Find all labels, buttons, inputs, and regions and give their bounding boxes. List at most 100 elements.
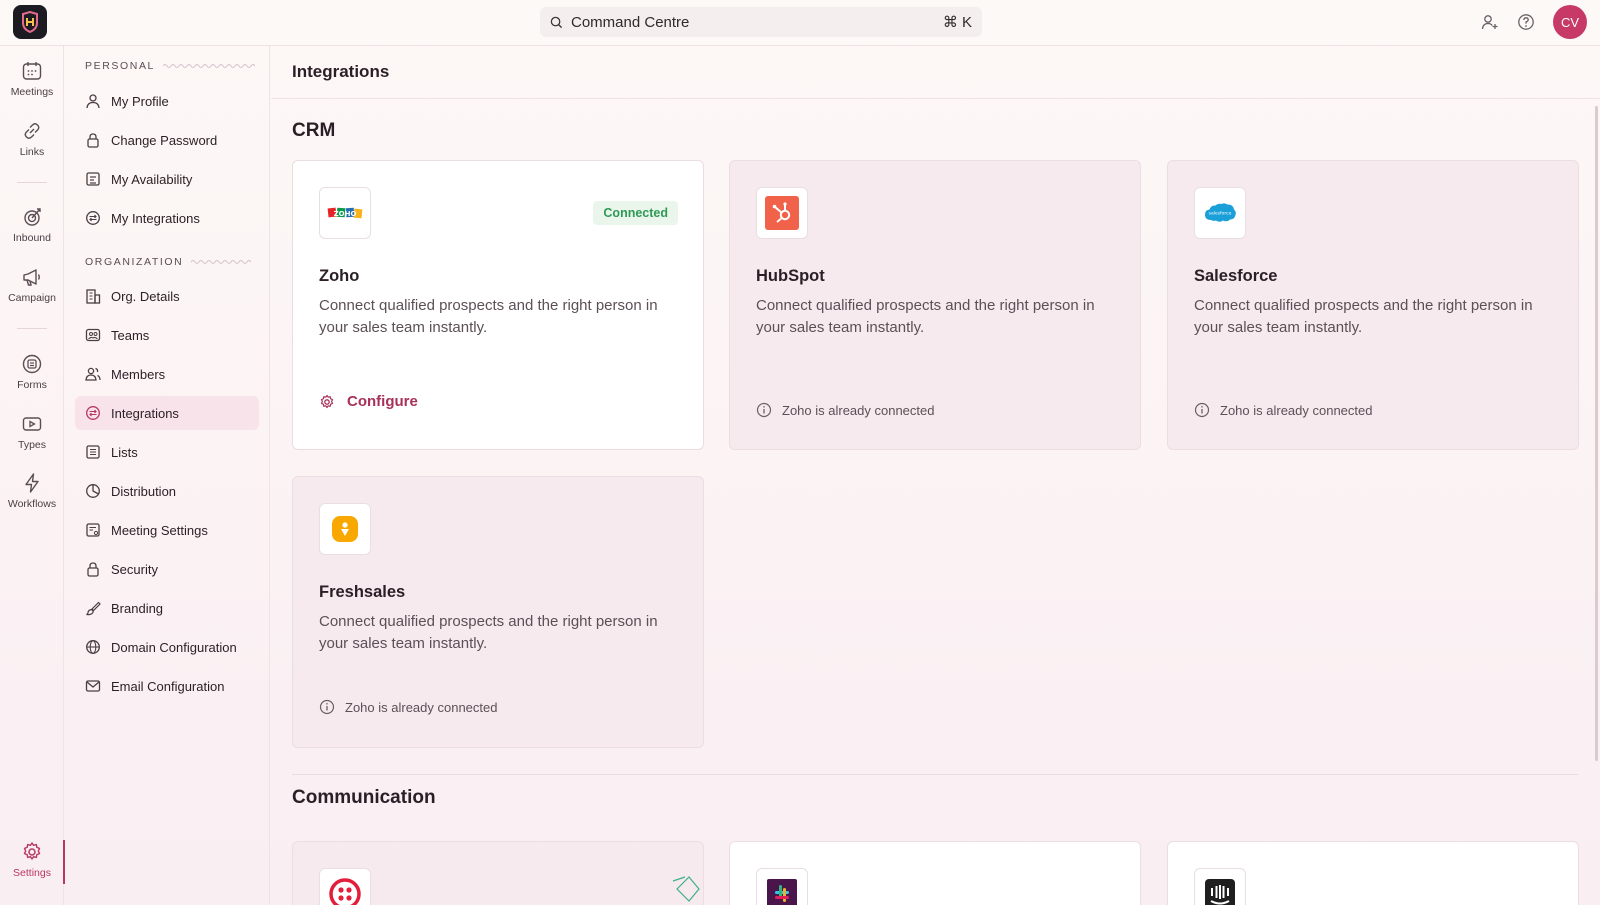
sidebar-item-security[interactable]: Security: [75, 552, 259, 586]
freshsales-logo: [319, 503, 371, 555]
mail-icon: [85, 680, 101, 692]
rail-item-inbound[interactable]: Inbound: [0, 206, 64, 258]
integration-name: Salesforce: [1194, 267, 1278, 285]
integration-card-twilio[interactable]: [292, 841, 704, 905]
sidebar-item-label: Distribution: [111, 483, 177, 499]
integration-card-intercom[interactable]: [1167, 841, 1579, 905]
avatar[interactable]: CV: [1553, 5, 1587, 39]
salesforce-logo-icon: salesforce: [1205, 203, 1236, 222]
sidebar-item-members[interactable]: Members: [75, 357, 259, 391]
status-note: Zoho is already connected: [756, 402, 934, 418]
integration-card-salesforce[interactable]: salesforce Salesforce Connect qualified …: [1167, 160, 1579, 450]
top-bar: Command Centre ⌘ K CV: [0, 0, 1600, 46]
rail-label: Links: [19, 146, 45, 158]
integrations-icon: [86, 406, 100, 420]
rail-item-forms[interactable]: Forms: [0, 353, 64, 405]
sidebar-item-integrations[interactable]: Integrations: [75, 396, 259, 430]
info-icon: [1194, 402, 1210, 418]
rail-item-types[interactable]: Types: [0, 413, 64, 465]
integration-description: Connect qualified prospects and the righ…: [1194, 297, 1533, 336]
sidebar-item-domain-configuration[interactable]: Domain Configuration: [75, 630, 259, 664]
salesforce-logo-text: salesforce: [1209, 211, 1232, 217]
rail-label: Campaign: [8, 292, 56, 304]
sidebar-item-change-password[interactable]: Change Password: [75, 123, 259, 157]
settings-sidebar: PERSONAL My Profile Change Password My A…: [65, 46, 270, 905]
configure-label: Configure: [347, 393, 418, 410]
hubspot-logo-icon: [765, 196, 799, 230]
sidebar-item-label: Branding: [111, 600, 164, 616]
calendar-icon: [22, 62, 42, 80]
building-icon: [86, 289, 101, 304]
rail-item-meetings[interactable]: Meetings: [0, 60, 64, 112]
page-title: Integrations: [271, 46, 1600, 99]
hubspot-logo: [756, 187, 808, 239]
rail-divider: [17, 328, 47, 329]
video-icon: [22, 417, 42, 431]
rail-item-links[interactable]: Links: [0, 120, 64, 172]
sidebar-item-email-configuration[interactable]: Email Configuration: [75, 669, 259, 703]
sidebar-item-teams[interactable]: Teams: [75, 318, 259, 352]
sidebar-item-lists[interactable]: Lists: [75, 435, 259, 469]
sidebar-item-label: My Profile: [111, 93, 169, 109]
communication-section-title: Communication: [292, 787, 436, 808]
crm-section-title: CRM: [292, 120, 336, 141]
main-content: Integrations CRM ZOHO Connected Zoho Con…: [271, 46, 1600, 905]
integration-card-slack[interactable]: [729, 841, 1141, 905]
sidebar-item-my-integrations[interactable]: My Integrations: [75, 201, 259, 235]
wavy-divider: [163, 64, 255, 68]
user-icon: [86, 94, 100, 109]
sidebar-item-meeting-settings[interactable]: Meeting Settings: [75, 513, 259, 547]
sidebar-item-label: Org. Details: [111, 288, 180, 304]
add-user-icon[interactable]: [1481, 13, 1499, 31]
rail-item-campaign[interactable]: Campaign: [0, 266, 64, 318]
sidebar-item-my-availability[interactable]: My Availability: [75, 162, 259, 196]
integration-card-zoho[interactable]: ZOHO Connected Zoho Connect qualified pr…: [292, 160, 704, 450]
sidebar-item-distribution[interactable]: Distribution: [75, 474, 259, 508]
sidebar-item-label: My Availability: [111, 171, 193, 187]
slack-logo: [756, 868, 808, 905]
sidebar-item-label: Meeting Settings: [111, 522, 208, 538]
sidebar-item-label: Change Password: [111, 132, 218, 148]
organization-heading-label: ORGANIZATION: [85, 256, 184, 268]
sidebar-item-label: My Integrations: [111, 210, 200, 226]
intercom-logo: [1194, 868, 1246, 905]
rail-label: Settings: [13, 867, 51, 879]
integration-name: Zoho: [319, 267, 360, 285]
sidebar-item-label: Email Configuration: [111, 678, 225, 694]
sidebar-item-my-profile[interactable]: My Profile: [75, 84, 259, 118]
rail-item-settings[interactable]: Settings: [0, 841, 64, 893]
lock-icon: [87, 133, 99, 148]
salesforce-logo: salesforce: [1194, 187, 1246, 239]
info-icon: [319, 699, 335, 715]
teams-icon: [85, 328, 101, 342]
scrollbar[interactable]: [1595, 106, 1598, 761]
help-icon[interactable]: [1517, 13, 1535, 31]
personal-heading-label: PERSONAL: [85, 60, 155, 72]
rail-label: Forms: [17, 379, 47, 391]
configure-button[interactable]: Configure: [319, 393, 418, 410]
connected-badge: Connected: [593, 201, 678, 225]
sidebar-item-org-details[interactable]: Org. Details: [75, 279, 259, 313]
integration-card-freshsales[interactable]: Freshsales Connect qualified prospects a…: [292, 476, 704, 748]
sidebar-item-label: Lists: [111, 444, 138, 460]
list-icon: [86, 445, 100, 459]
forms-icon: [22, 354, 42, 374]
rail-label: Workflows: [7, 498, 57, 510]
integration-card-hubspot[interactable]: HubSpot Connect qualified prospects and …: [729, 160, 1141, 450]
wavy-divider: [191, 260, 252, 264]
command-search[interactable]: Command Centre ⌘ K: [540, 7, 982, 37]
twilio-logo: [319, 868, 371, 905]
megaphone-icon: [23, 269, 40, 286]
status-note-text: Zoho is already connected: [345, 699, 498, 715]
personal-heading: PERSONAL: [85, 60, 255, 72]
link-icon: [24, 123, 40, 139]
sidebar-item-branding[interactable]: Branding: [75, 591, 259, 625]
gear-icon: [320, 394, 334, 408]
status-note: Zoho is already connected: [1194, 402, 1372, 418]
integration-description: Connect qualified prospects and the righ…: [319, 613, 658, 652]
rail-item-workflows[interactable]: Workflows: [0, 472, 64, 524]
sidebar-item-label: Members: [111, 366, 166, 382]
inbound-icon: [24, 208, 41, 226]
status-note-text: Zoho is already connected: [782, 402, 935, 418]
app-logo[interactable]: [13, 5, 47, 39]
